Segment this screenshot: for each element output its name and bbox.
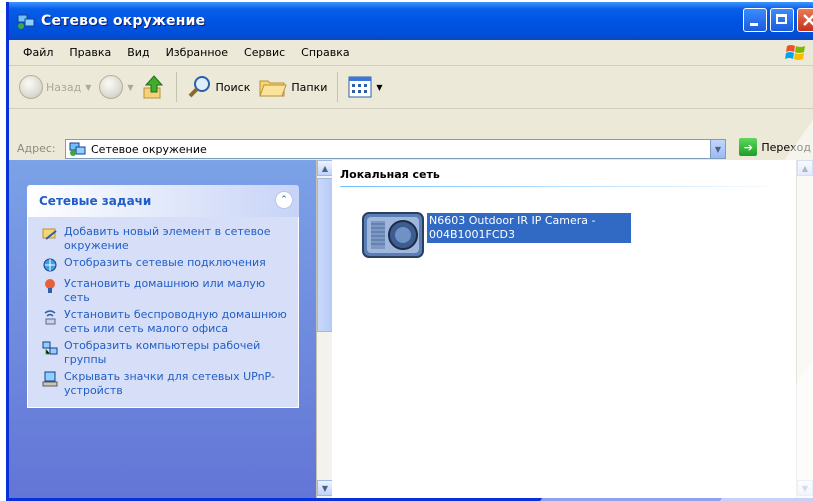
menu-edit[interactable]: Правка: [61, 46, 119, 59]
go-arrow-icon: ➔: [739, 138, 758, 156]
close-icon: [803, 14, 813, 26]
maximize-button[interactable]: [770, 8, 794, 32]
chevron-down-icon: ▼: [714, 144, 722, 154]
chevron-down-icon: ▼: [801, 483, 809, 493]
task-pane-scrollbar[interactable]: ▲ ▼: [316, 160, 333, 498]
network-places-icon: [17, 14, 35, 29]
menu-bar: Файл Правка Вид Избранное Сервис Справка: [9, 40, 813, 66]
scroll-down-button[interactable]: ▼: [317, 480, 333, 496]
up-arrow-icon: [143, 75, 163, 99]
address-bar: Адрес: Сетевое окружение ▼ ➔ Переход: [9, 136, 813, 160]
ip-camera-item[interactable]: N6603 Outdoor IR IP Camera - 004B1001FCD…: [359, 205, 631, 263]
minimize-button[interactable]: [743, 8, 767, 32]
scroll-up-button[interactable]: ▲: [797, 160, 813, 176]
collapse-chevron-icon[interactable]: ⌃: [275, 191, 293, 209]
menu-view[interactable]: Вид: [119, 46, 157, 59]
content-pane: Локальная сеть N6603 Outdoor IR IP Camer…: [332, 160, 800, 498]
task-hide-upnp-icons[interactable]: Скрывать значки для сетевых UPnP-устройс…: [42, 370, 290, 397]
views-icon: [348, 76, 372, 98]
add-network-place-icon: [42, 228, 57, 240]
chevron-up-icon: ▲: [321, 163, 329, 173]
task-label: Отобразить сетевые подключения: [64, 256, 266, 269]
maximize-icon: [776, 14, 787, 24]
title-bar[interactable]: Сетевое окружение: [9, 2, 813, 40]
task-workgroup-computers[interactable]: Отобразить компьютеры рабочей группы: [42, 339, 290, 366]
wireless-network-icon: [44, 310, 56, 325]
close-button[interactable]: [797, 8, 813, 32]
folders-button[interactable]: Папки: [254, 70, 331, 104]
search-label: Поиск: [215, 80, 251, 94]
minimize-icon: [750, 23, 758, 26]
task-wireless-network[interactable]: Установить беспроводную домашнюю сеть ил…: [42, 308, 290, 335]
task-pane: Сетевые задачи ⌃ Добавить новый элемент …: [9, 160, 316, 498]
ip-camera-label: N6603 Outdoor IR IP Camera - 004B1001FCD…: [427, 213, 631, 243]
network-tasks-panel: Сетевые задачи ⌃ Добавить новый элемент …: [27, 185, 299, 408]
menu-tools[interactable]: Сервис: [236, 46, 293, 59]
menu-file[interactable]: Файл: [15, 46, 61, 59]
window-title: Сетевое окружение: [41, 13, 206, 29]
back-label: Назад: [46, 80, 82, 94]
windows-logo-icon: [785, 45, 805, 60]
task-add-network-place[interactable]: Добавить новый элемент в сетевое окружен…: [42, 225, 290, 252]
network-tasks-title: Сетевые задачи: [39, 194, 152, 208]
explorer-window: Сетевое окружение Файл Правка Вид Избран…: [6, 2, 813, 501]
scroll-thumb[interactable]: [317, 178, 333, 332]
upnp-devices-icon: [42, 371, 58, 387]
address-label: Адрес:: [17, 141, 56, 155]
address-input[interactable]: Сетевое окружение ▼: [65, 139, 726, 159]
forward-button[interactable]: ▼: [95, 70, 137, 104]
scroll-up-button[interactable]: ▲: [317, 160, 333, 176]
network-places-icon: [69, 142, 86, 156]
chevron-up-icon: ▲: [801, 163, 809, 173]
network-camera-icon: [362, 212, 424, 258]
go-label: Переход: [761, 140, 811, 154]
task-label: Добавить новый элемент в сетевое окружен…: [64, 225, 271, 252]
scroll-down-button[interactable]: ▼: [797, 480, 813, 496]
standard-toolbar: Назад ▼ ▼ Поиск Папки ▼: [9, 66, 813, 109]
back-dropdown-icon[interactable]: ▼: [85, 83, 91, 92]
forward-dropdown-icon[interactable]: ▼: [127, 83, 133, 92]
group-header-divider: [340, 186, 800, 187]
task-label: Отобразить компьютеры рабочей группы: [64, 339, 261, 366]
menu-help[interactable]: Справка: [293, 46, 357, 59]
go-button[interactable]: ➔ Переход: [739, 138, 811, 156]
folders-icon: [259, 80, 288, 97]
network-connections-icon: [43, 258, 57, 272]
task-label: Установить домашнюю или малую сеть: [64, 277, 266, 304]
task-network-connections[interactable]: Отобразить сетевые подключения: [42, 256, 290, 273]
back-button[interactable]: Назад ▼: [15, 70, 95, 104]
group-header-local-network: Локальная сеть: [340, 168, 440, 181]
workgroup-computers-icon: [42, 341, 58, 355]
search-button[interactable]: Поиск: [183, 70, 255, 104]
task-label: Установить беспроводную домашнюю сеть ил…: [64, 308, 287, 335]
back-arrow-icon: [19, 75, 43, 99]
network-tasks-header[interactable]: Сетевые задачи ⌃: [27, 185, 299, 217]
forward-arrow-icon: [99, 75, 124, 99]
network-tasks-list: Добавить новый элемент в сетевое окружен…: [27, 217, 299, 408]
content-scrollbar[interactable]: ▲ ▼: [796, 160, 813, 498]
chevron-down-icon: ▼: [321, 483, 329, 493]
toolbar-separator: [337, 72, 339, 102]
toolbar-separator: [175, 72, 177, 102]
task-home-network[interactable]: Установить домашнюю или малую сеть: [42, 277, 290, 304]
folders-label: Папки: [291, 80, 328, 94]
address-dropdown-button[interactable]: ▼: [710, 140, 725, 158]
search-icon: [188, 76, 210, 98]
home-network-icon: [45, 279, 55, 293]
task-label: Скрывать значки для сетевых UPnP-устройс…: [64, 370, 275, 397]
views-dropdown-icon[interactable]: ▼: [376, 83, 382, 92]
address-value: Сетевое окружение: [91, 142, 207, 156]
views-button[interactable]: ▼: [344, 70, 386, 104]
menu-favorites[interactable]: Избранное: [158, 46, 236, 59]
up-folder-button[interactable]: [138, 70, 170, 104]
